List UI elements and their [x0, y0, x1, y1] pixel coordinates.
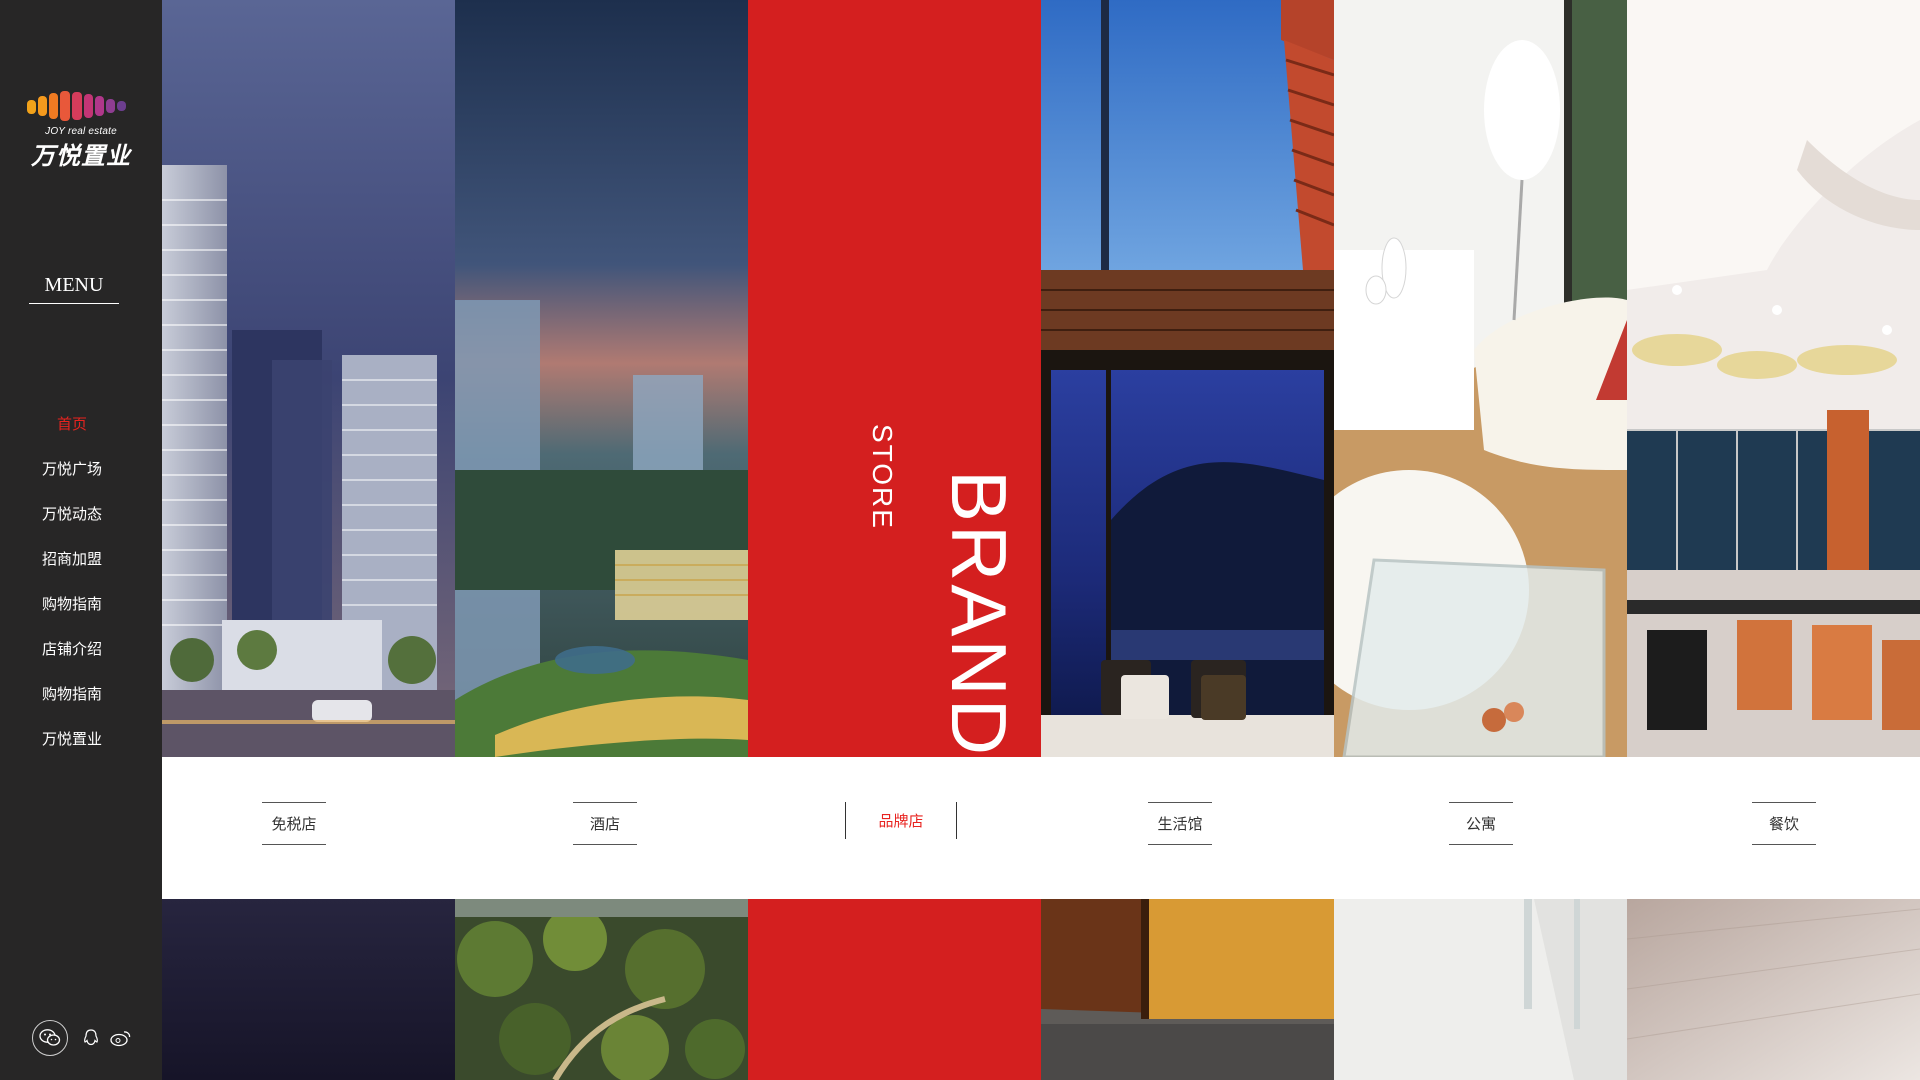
sidebar: JOY real estate 万悦置业 MENU 首页 万悦广场 万悦动态 招…: [0, 0, 162, 1080]
category-band: 免税店 酒店 品牌店 生活馆 公寓 餐饮: [162, 757, 1920, 899]
interior-view-image: [1041, 0, 1334, 757]
column-life-hall[interactable]: [1041, 0, 1334, 1080]
nav-item-shopping-guide[interactable]: 购物指南: [0, 592, 144, 637]
category-brand-store[interactable]: 品牌店: [845, 802, 957, 839]
category-dining[interactable]: 餐饮: [1752, 802, 1816, 845]
category-life-hall-label[interactable]: 生活馆: [1148, 802, 1212, 845]
category-columns: STORE BRAND 免税店 酒店 品牌店 生活馆 公寓 餐饮: [162, 0, 1920, 1080]
hotel-aerial-image: [455, 0, 748, 757]
nav-item-shopping-guide-2[interactable]: 购物指南: [0, 682, 144, 727]
column-hotel[interactable]: [455, 0, 748, 1080]
category-duty-free-label[interactable]: 免税店: [262, 802, 326, 845]
category-hotel[interactable]: 酒店: [573, 802, 637, 845]
column-brand-store[interactable]: STORE BRAND: [748, 0, 1041, 1080]
category-apartment[interactable]: 公寓: [1449, 802, 1513, 845]
main-nav: 首页 万悦广场 万悦动态 招商加盟 购物指南 店铺介绍 购物指南 万悦置业: [0, 412, 144, 772]
wechat-icon[interactable]: [32, 1020, 68, 1056]
brand-brand-text: BRAND: [935, 470, 1023, 759]
qq-icon[interactable]: [82, 1028, 100, 1048]
category-brand-store-label[interactable]: 品牌店: [845, 802, 957, 839]
column-dining[interactable]: [1627, 0, 1920, 1080]
city-skyline-image: [162, 0, 455, 757]
apartment-interior-image: [1334, 0, 1627, 757]
logo[interactable]: JOY real estate 万悦置业: [0, 90, 162, 171]
category-apartment-label[interactable]: 公寓: [1449, 802, 1513, 845]
wood-floor-image: [1627, 899, 1920, 1080]
white-rug-image: [1334, 899, 1627, 1080]
category-life-hall[interactable]: 生活馆: [1148, 802, 1212, 845]
weibo-icon[interactable]: [110, 1029, 132, 1047]
trees-aerial-image: [455, 899, 748, 1080]
dark-texture-image: [162, 899, 455, 1080]
social-links: [32, 1020, 142, 1056]
column-duty-free[interactable]: [162, 0, 455, 1080]
logo-chinese-text: 万悦置业: [31, 142, 131, 170]
category-dining-label[interactable]: 餐饮: [1752, 802, 1816, 845]
brand-store-text: STORE: [867, 424, 898, 530]
category-duty-free[interactable]: 免税店: [262, 802, 326, 845]
nav-item-franchise[interactable]: 招商加盟: [0, 547, 144, 592]
nav-item-home[interactable]: 首页: [0, 412, 144, 457]
category-hotel-label[interactable]: 酒店: [573, 802, 637, 845]
logo-mark-icon: [27, 91, 126, 121]
nav-item-stores[interactable]: 店铺介绍: [0, 637, 144, 682]
wood-panel-image: [1041, 899, 1334, 1080]
nav-item-plaza[interactable]: 万悦广场: [0, 457, 144, 502]
nav-item-real-estate[interactable]: 万悦置业: [0, 727, 144, 772]
menu-title[interactable]: MENU: [29, 274, 119, 304]
nav-item-news[interactable]: 万悦动态: [0, 502, 144, 547]
restaurant-interior-image: [1627, 0, 1920, 757]
column-apartment[interactable]: [1334, 0, 1627, 1080]
